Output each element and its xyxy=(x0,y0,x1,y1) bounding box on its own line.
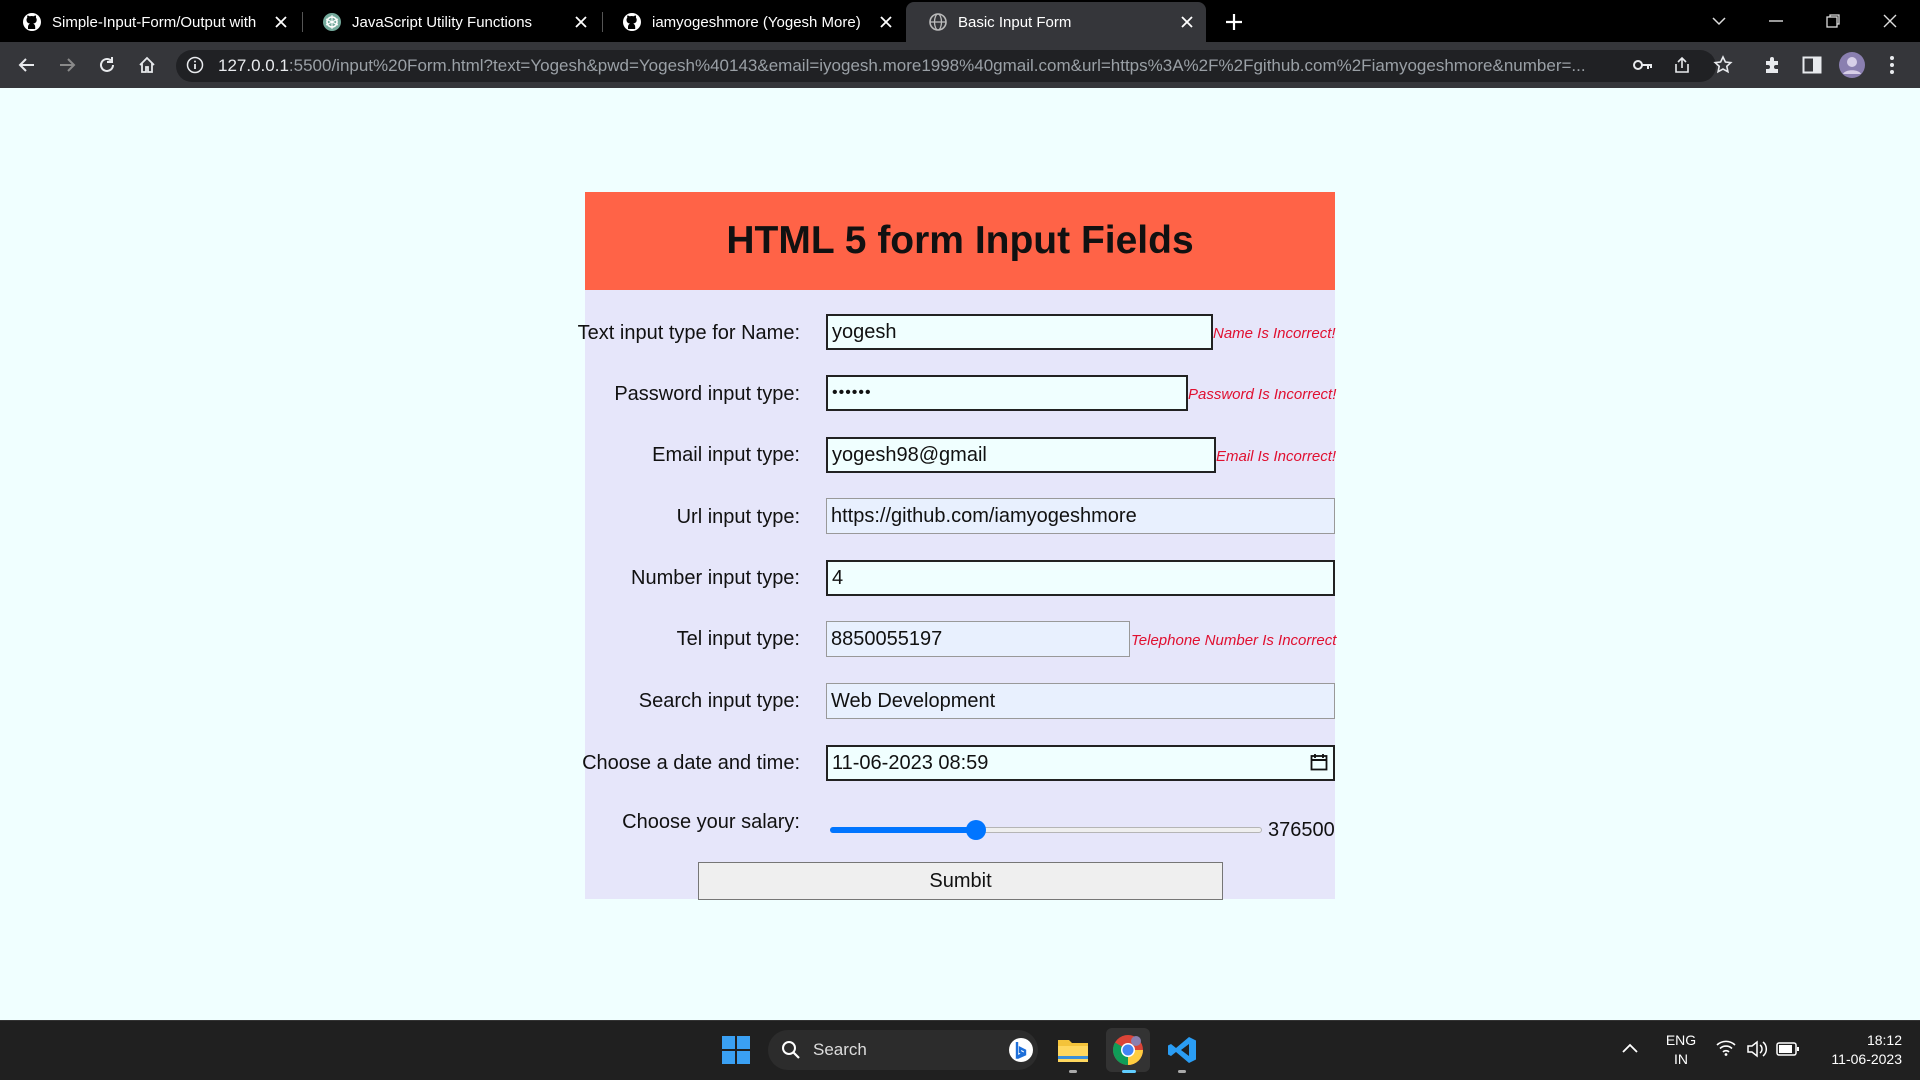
name-label: Text input type for Name: xyxy=(577,322,800,344)
password-error: Password Is Incorrect! xyxy=(1188,386,1337,403)
forward-button[interactable] xyxy=(51,49,83,81)
name-error: Name Is Incorrect! xyxy=(1213,325,1336,342)
language-code: ENG xyxy=(1665,1032,1697,1048)
slider-thumb[interactable] xyxy=(965,820,986,840)
more-menu-icon[interactable] xyxy=(1876,49,1908,81)
bookmark-star-icon[interactable] xyxy=(1707,49,1739,81)
clock-date: 11-06-2023 xyxy=(1831,1051,1902,1067)
url-input[interactable]: https://github.com/iamyogeshmore xyxy=(826,498,1335,534)
tab-title: Simple-Input-Form/Output with xyxy=(52,13,257,31)
home-button[interactable] xyxy=(131,49,163,81)
tab-title: iamyogeshmore (Yogesh More) xyxy=(652,13,861,31)
tab-simple-input-form[interactable]: Simple-Input-Form/Output with xyxy=(0,2,300,42)
volume-icon[interactable] xyxy=(1746,1040,1768,1058)
tel-input[interactable]: 8850055197 xyxy=(826,621,1130,657)
form-header: HTML 5 form Input Fields xyxy=(585,192,1335,290)
tab-title: Basic Input Form xyxy=(958,13,1072,31)
search-label: Search input type: xyxy=(638,690,800,712)
calendar-icon[interactable] xyxy=(1310,753,1330,773)
github-icon xyxy=(22,12,42,32)
datetime-value: 11-06-2023 08:59 xyxy=(832,751,989,774)
chatgpt-icon xyxy=(322,12,342,32)
tab-iamyogeshmore[interactable]: iamyogeshmore (Yogesh More) xyxy=(600,2,905,42)
tel-error: Telephone Number Is Incorrect xyxy=(1131,632,1337,649)
language-indicator[interactable]: ENG IN xyxy=(1664,1032,1698,1067)
bing-icon[interactable] xyxy=(1007,1036,1035,1064)
form-title: HTML 5 form Input Fields xyxy=(726,219,1194,262)
running-indicator xyxy=(1069,1070,1077,1073)
email-label: Email input type: xyxy=(652,444,800,466)
datetime-label: Choose a date and time: xyxy=(582,752,800,774)
tab-javascript-utility-functions[interactable]: JavaScript Utility Functions xyxy=(300,2,600,42)
salary-slider[interactable] xyxy=(830,820,1262,840)
active-indicator xyxy=(1122,1070,1136,1073)
region-code: IN xyxy=(1674,1051,1688,1067)
close-icon[interactable] xyxy=(1176,11,1198,33)
tab-basic-input-form[interactable]: Basic Input Form xyxy=(906,2,1206,42)
search-input[interactable]: Web Development xyxy=(826,683,1335,719)
email-error: Email Is Incorrect! xyxy=(1216,448,1337,465)
tab-search-button[interactable] xyxy=(1696,6,1742,36)
number-label: Number input type: xyxy=(631,567,800,589)
close-icon[interactable] xyxy=(570,11,592,33)
tab-title: JavaScript Utility Functions xyxy=(352,13,533,31)
wifi-icon[interactable] xyxy=(1716,1040,1736,1058)
datetime-input[interactable]: 11-06-2023 08:59 xyxy=(826,745,1335,781)
name-input[interactable]: yogesh xyxy=(826,314,1213,350)
tel-label: Tel input type: xyxy=(676,628,800,650)
side-panel-icon[interactable] xyxy=(1796,49,1828,81)
tab-strip: Simple-Input-Form/Output with JavaScript… xyxy=(0,0,1920,42)
profile-avatar[interactable] xyxy=(1836,49,1868,81)
taskbar-search-box[interactable] xyxy=(768,1030,1038,1070)
url-label: Url input type: xyxy=(676,506,800,528)
password-input[interactable]: •••••• xyxy=(826,375,1188,411)
file-explorer-icon[interactable] xyxy=(1051,1028,1095,1072)
globe-icon xyxy=(928,12,948,32)
extensions-icon[interactable] xyxy=(1756,49,1788,81)
taskbar-search-label: Search xyxy=(813,1040,867,1059)
restore-button[interactable] xyxy=(1810,6,1856,36)
chrome-icon[interactable] xyxy=(1106,1028,1150,1072)
battery-icon[interactable] xyxy=(1776,1041,1800,1057)
salary-value: 376500 xyxy=(1268,819,1335,841)
new-tab-button[interactable] xyxy=(1220,8,1248,36)
minimize-button[interactable] xyxy=(1753,6,1799,36)
windows-start-icon[interactable] xyxy=(714,1028,758,1072)
number-input[interactable]: 4 xyxy=(826,560,1335,596)
salary-label: Choose your salary: xyxy=(622,811,800,833)
key-icon[interactable] xyxy=(1627,49,1659,81)
close-window-button[interactable] xyxy=(1867,6,1913,36)
submit-button[interactable]: Sumbit xyxy=(698,862,1223,900)
share-icon[interactable] xyxy=(1666,49,1698,81)
vscode-icon[interactable] xyxy=(1160,1028,1204,1072)
clock[interactable]: 18:12 11-06-2023 xyxy=(1812,1032,1902,1067)
site-info-icon[interactable] xyxy=(180,50,210,80)
password-label: Password input type: xyxy=(614,383,800,405)
email-input[interactable]: yogesh98@gmail xyxy=(826,437,1216,473)
running-indicator xyxy=(1178,1070,1186,1073)
url-host: 127.0.0.1 xyxy=(218,56,289,75)
reload-button[interactable] xyxy=(91,49,123,81)
clock-time: 18:12 xyxy=(1866,1032,1902,1048)
url-text[interactable]: 127.0.0.1:5500/input%20Form.html?text=Yo… xyxy=(218,56,1618,76)
search-icon xyxy=(781,1040,801,1060)
github-icon xyxy=(622,12,642,32)
chevron-up-icon[interactable] xyxy=(1622,1040,1642,1060)
url-path: :5500/input%20Form.html?text=Yogesh&pwd=… xyxy=(288,56,1586,75)
close-icon[interactable] xyxy=(875,11,897,33)
input-form: HTML 5 form Input Fields Text input type… xyxy=(578,192,1337,900)
close-icon[interactable] xyxy=(270,11,292,33)
slider-fill xyxy=(830,827,976,833)
back-button[interactable] xyxy=(11,49,43,81)
